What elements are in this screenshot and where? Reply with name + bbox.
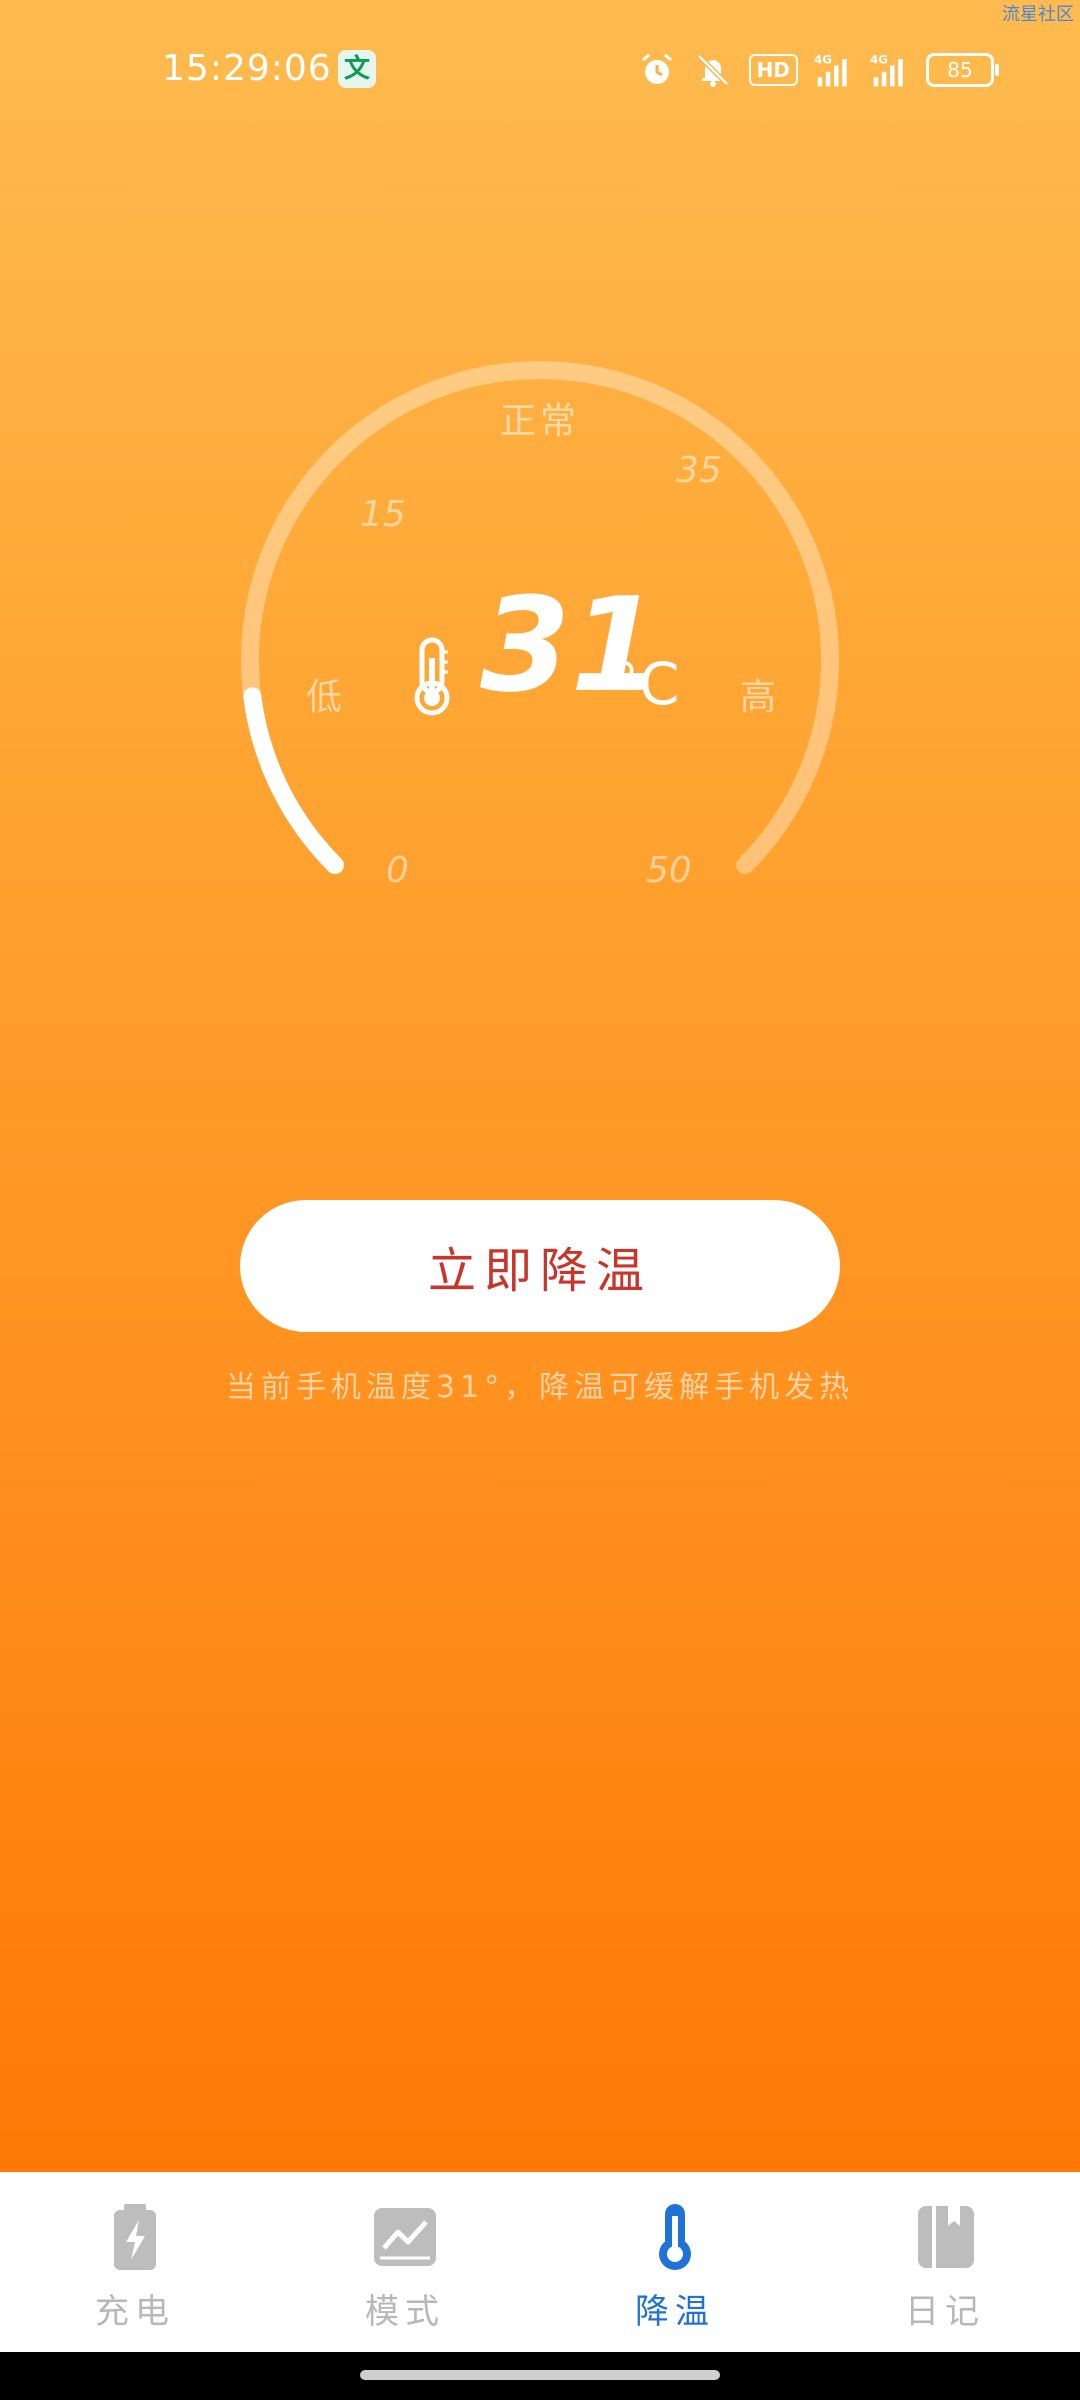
- thermometer-icon: [414, 637, 450, 716]
- nav-label-diary: 日记: [905, 2292, 985, 2332]
- gauge-tick-15: 15: [360, 494, 406, 535]
- gauge-label-high: 高: [740, 677, 777, 718]
- nav-item-cooling[interactable]: 降温: [540, 2172, 810, 2352]
- home-gesture-bar[interactable]: [360, 2370, 720, 2380]
- temperature-gauge: 正常 低 高 0 15 35 50 31 °C: [0, 0, 1080, 1000]
- cool-down-button[interactable]: 立即降温: [240, 1200, 840, 1332]
- nav-item-mode[interactable]: 模式: [270, 2172, 540, 2352]
- gauge-fill: [243, 687, 344, 875]
- gauge-arc: [241, 361, 839, 875]
- battery-charge-icon: [114, 2204, 156, 2270]
- thermometer-nav-icon: [659, 2204, 691, 2270]
- temperature-hint: 当前手机温度31°，降温可缓解手机发热: [225, 1370, 855, 1405]
- gauge-label-normal: 正常: [500, 401, 581, 442]
- gauge-tick-35: 35: [676, 450, 722, 491]
- system-gesture-area: [0, 2352, 1080, 2400]
- temperature-unit: °C: [610, 650, 680, 718]
- gauge-tick-0: 0: [386, 850, 409, 891]
- nav-label-cooling: 降温: [635, 2292, 715, 2332]
- bottom-nav: 充电 模式 降温 日记: [0, 2172, 1080, 2352]
- gauge-tick-50: 50: [646, 850, 692, 891]
- gauge-label-low: 低: [306, 677, 343, 718]
- chart-picture-icon: [374, 2208, 436, 2266]
- nav-item-diary[interactable]: 日记: [810, 2172, 1080, 2352]
- notebook-icon: [918, 2206, 974, 2268]
- app-screen: 流星社区 15:29:06 文 HD 4G 4G 85 正常 低 高 0 15 …: [0, 0, 1080, 2172]
- nav-item-charge[interactable]: 充电: [0, 2172, 270, 2352]
- nav-label-mode: 模式: [365, 2292, 445, 2332]
- nav-label-charge: 充电: [95, 2292, 175, 2332]
